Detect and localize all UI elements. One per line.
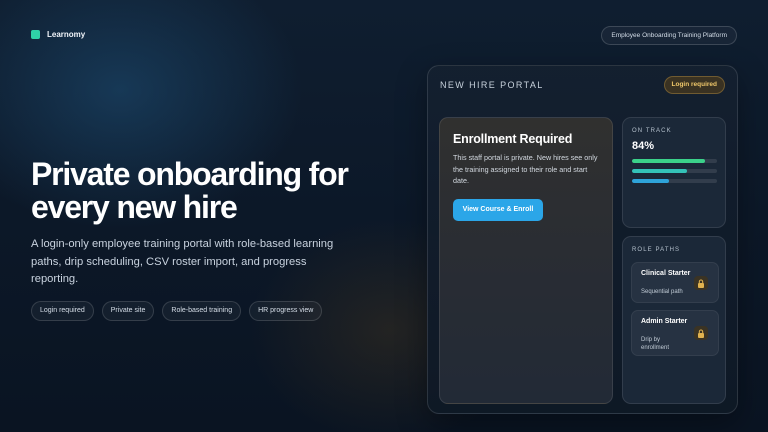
enrollment-heading: Enrollment Required <box>453 132 573 146</box>
view-course-enroll-button[interactable]: View Course & Enroll <box>453 199 543 221</box>
login-required-badge: Login required <box>663 76 725 94</box>
role-path-admin-starter[interactable]: Admin Starter Drip by enrollment <box>631 310 719 356</box>
progress-bar <box>632 169 717 173</box>
progress-bar <box>632 159 717 163</box>
hero-section: Private onboarding for every new hire A … <box>31 158 371 289</box>
role-path-name: Admin Starter <box>641 318 688 325</box>
role-path-name: Clinical Starter <box>641 270 691 277</box>
hero-title-line-2: every new hire <box>31 189 238 225</box>
chip-role-based-training: Role-based training <box>162 301 242 321</box>
on-track-label: ON TRACK <box>632 128 672 134</box>
role-path-clinical-starter[interactable]: Clinical Starter Sequential path <box>631 262 719 303</box>
on-track-value: 84% <box>632 140 655 152</box>
hero-title-line-1: Private onboarding for <box>31 156 349 192</box>
progress-bar-fill <box>632 159 706 163</box>
role-paths-label: ROLE PATHS <box>632 247 681 253</box>
progress-bar-fill <box>632 169 688 173</box>
brand-logo-icon <box>31 30 40 39</box>
brand[interactable]: Learnomy <box>31 30 85 39</box>
role-path-detail: Drip by enrollment <box>641 337 670 351</box>
progress-bar-fill <box>632 179 669 183</box>
chip-private-site: Private site <box>101 301 155 321</box>
top-bar: Learnomy Employee Onboarding Training Pl… <box>31 26 737 46</box>
portal-title: NEW HIRE PORTAL <box>440 80 544 90</box>
chip-hr-progress-view: HR progress view <box>249 301 323 321</box>
role-paths-card: ROLE PATHS Clinical Starter Sequential p… <box>622 236 726 404</box>
brand-name: Learnomy <box>47 30 86 39</box>
enrollment-body: This staff portal is private. New hires … <box>453 153 598 185</box>
chip-login-required: Login required <box>31 301 94 321</box>
platform-label-pill: Employee Onboarding Training Platform <box>601 26 737 45</box>
feature-chips: Login required Private site Role-based t… <box>31 301 323 321</box>
lock-icon <box>694 326 708 340</box>
enrollment-card: Enrollment Required This staff portal is… <box>439 117 613 404</box>
progress-bar <box>632 179 717 183</box>
on-track-card: ON TRACK 84% <box>622 117 726 228</box>
hero-description: A login-only employee training portal wi… <box>31 238 334 285</box>
hero-title: Private onboarding for every new hire <box>31 158 371 224</box>
new-hire-portal-panel: NEW HIRE PORTAL Login required Enrollmen… <box>427 65 738 414</box>
lock-icon <box>694 276 708 290</box>
role-path-detail: Sequential path <box>641 289 683 295</box>
